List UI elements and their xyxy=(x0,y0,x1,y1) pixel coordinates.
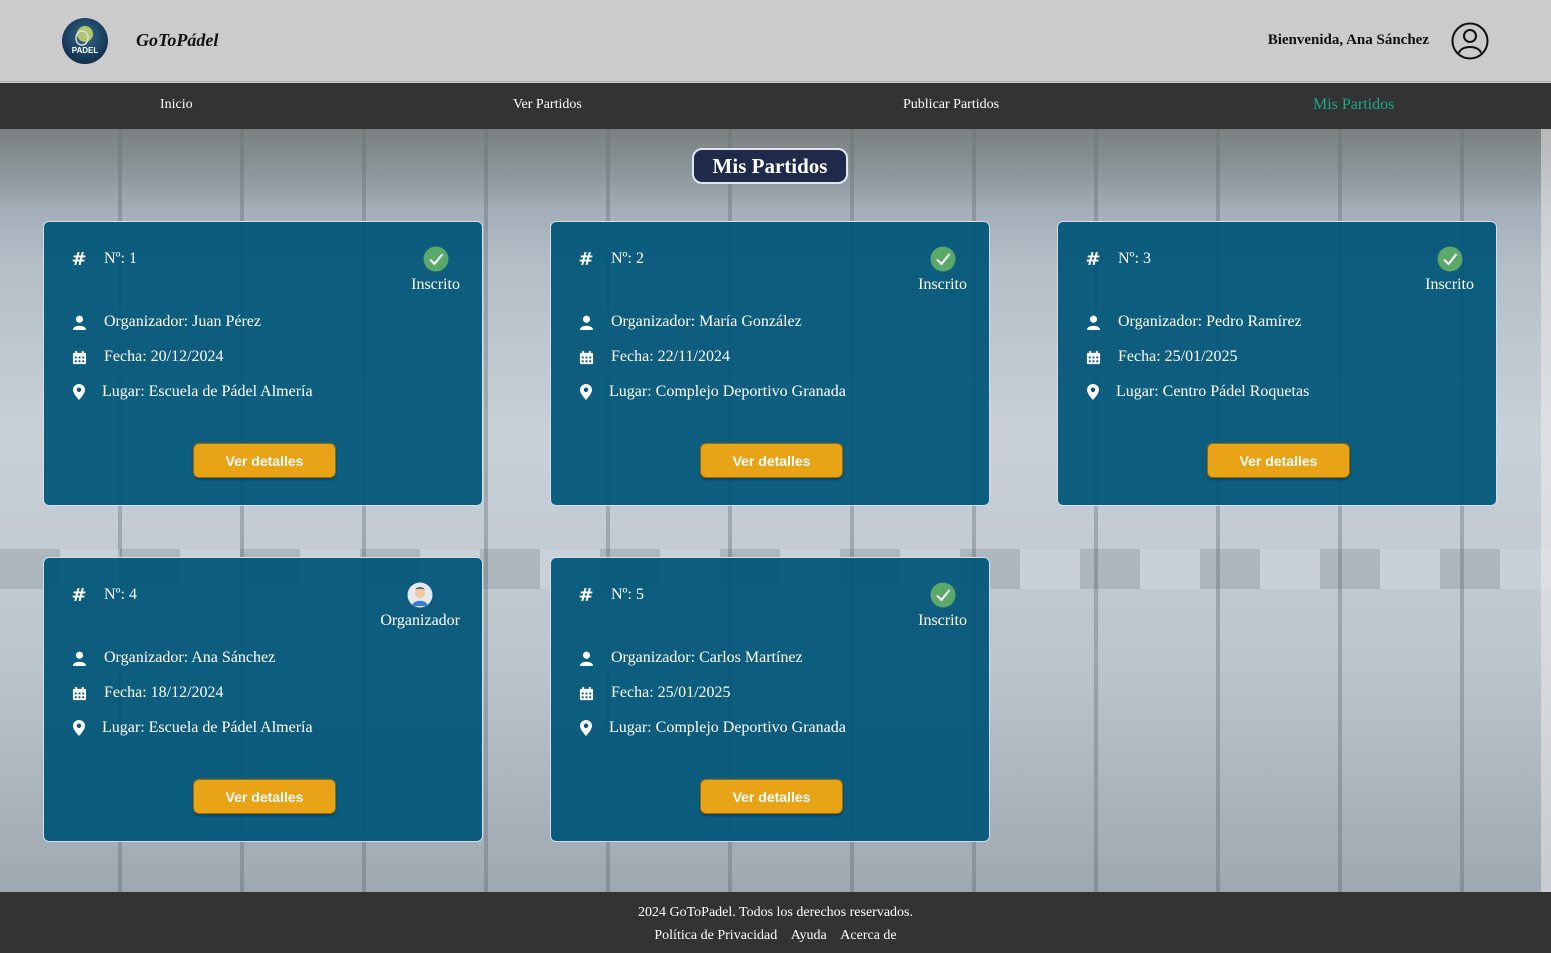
hash-icon: # xyxy=(578,584,594,606)
scrollbar[interactable] xyxy=(1541,129,1551,892)
date-text: Fecha: 22/11/2024 xyxy=(611,348,730,365)
calendar-icon xyxy=(577,348,595,366)
ver-detalles-button[interactable]: Ver detalles xyxy=(700,443,843,478)
status-label: Inscrito xyxy=(411,276,460,293)
ver-detalles-button[interactable]: Ver detalles xyxy=(1207,443,1350,478)
match-number: Nº: 3 xyxy=(1118,250,1151,267)
status-badge: Organizador xyxy=(380,582,460,630)
check-icon xyxy=(930,582,956,608)
status-label: Organizador xyxy=(380,612,460,629)
organizer-avatar-icon xyxy=(407,582,433,608)
status-label: Inscrito xyxy=(918,276,967,293)
location-pin-icon xyxy=(70,383,88,401)
organizer-text: Organizador: Pedro Ramírez xyxy=(1118,313,1302,330)
match-card: # Nº: 3 Inscrito Organizador: Pedro Ramír… xyxy=(1057,221,1497,506)
calendar-icon xyxy=(1084,348,1102,366)
footer: 2024 GoToPadel. Todos los derechos reser… xyxy=(0,892,1551,953)
match-card: # Nº: 4 Organizador Organizador: Ana Sánc… xyxy=(43,557,483,842)
location-pin-icon xyxy=(1084,383,1102,401)
organizer-text: Organizador: Carlos Martínez xyxy=(611,649,803,666)
status-badge: Inscrito xyxy=(918,582,967,630)
copyright-text: 2024 GoToPadel. Todos los derechos reser… xyxy=(637,905,913,920)
match-card: # Nº: 5 Inscrito Organizador: Carlos Mart… xyxy=(550,557,990,842)
organizer-text: Organizador: Juan Pérez xyxy=(104,313,261,330)
place-text: Lugar: Centro Pádel Roquetas xyxy=(1116,383,1310,400)
main-content: Mis Partidos # Nº: 1 Inscrito Organizador… xyxy=(0,129,1551,892)
nav-item-ver-partidos[interactable]: Ver Partidos xyxy=(513,97,582,113)
user-icon xyxy=(1084,313,1102,331)
user-icon xyxy=(70,649,88,667)
location-pin-icon xyxy=(70,719,88,737)
ver-detalles-button[interactable]: Ver detalles xyxy=(193,779,336,814)
welcome-message: Bienvenida, Ana Sánchez xyxy=(1267,32,1429,48)
date-text: Fecha: 25/01/2025 xyxy=(611,684,731,701)
check-icon xyxy=(1437,246,1463,272)
status-badge: Inscrito xyxy=(918,246,967,294)
nav-item-publicar-partidos[interactable]: Publicar Partidos xyxy=(903,97,999,113)
location-pin-icon xyxy=(577,719,595,737)
nav-item-mis-partidos[interactable]: Mis Partidos xyxy=(1313,96,1394,114)
user-profile-icon[interactable] xyxy=(1451,22,1489,60)
status-label: Inscrito xyxy=(1425,276,1474,293)
match-number: Nº: 5 xyxy=(611,586,644,603)
status-label: Inscrito xyxy=(918,612,967,629)
nav-item-inicio[interactable]: Inicio xyxy=(160,97,193,113)
hash-icon: # xyxy=(71,248,87,270)
user-icon xyxy=(577,313,595,331)
hash-icon: # xyxy=(1085,248,1101,270)
place-text: Lugar: Complejo Deportivo Granada xyxy=(609,383,846,400)
status-badge: Inscrito xyxy=(411,246,460,294)
ver-detalles-button[interactable]: Ver detalles xyxy=(700,779,843,814)
date-text: Fecha: 18/12/2024 xyxy=(104,684,224,701)
page-title: Mis Partidos xyxy=(692,148,848,184)
organizer-text: Organizador: María González xyxy=(611,313,802,330)
organizer-text: Organizador: Ana Sánchez xyxy=(104,649,276,666)
match-card: # Nº: 1 Inscrito Organizador: Juan Pérez … xyxy=(43,221,483,506)
calendar-icon xyxy=(577,684,595,702)
place-text: Lugar: Escuela de Pádel Almería xyxy=(102,719,313,736)
place-text: Lugar: Complejo Deportivo Granada xyxy=(609,719,846,736)
user-icon xyxy=(70,313,88,331)
check-icon xyxy=(423,246,449,272)
padel-logo-icon: PADEL xyxy=(72,26,99,55)
status-badge: Inscrito xyxy=(1425,246,1474,294)
ver-detalles-button[interactable]: Ver detalles xyxy=(193,443,336,478)
footer-links: Política de Privacidad Ayuda Acerca de xyxy=(0,928,1551,944)
location-pin-icon xyxy=(577,383,595,401)
header: PADEL GoToPádel Bienvenida, Ana Sánchez xyxy=(0,0,1551,82)
main-nav: Inicio Ver Partidos Publicar Partidos Mi… xyxy=(0,83,1551,129)
footer-link-privacy[interactable]: Política de Privacidad xyxy=(654,928,777,943)
match-number: Nº: 1 xyxy=(104,250,137,267)
date-text: Fecha: 25/01/2025 xyxy=(1118,348,1238,365)
calendar-icon xyxy=(70,684,88,702)
date-text: Fecha: 20/12/2024 xyxy=(104,348,224,365)
footer-link-about[interactable]: Acerca de xyxy=(840,928,896,943)
brand-name[interactable]: GoToPádel xyxy=(136,30,218,51)
place-text: Lugar: Escuela de Pádel Almería xyxy=(102,383,313,400)
calendar-icon xyxy=(70,348,88,366)
match-card: # Nº: 2 Inscrito Organizador: María Gonzá… xyxy=(550,221,990,506)
match-number: Nº: 4 xyxy=(104,586,137,603)
hash-icon: # xyxy=(578,248,594,270)
footer-link-help[interactable]: Ayuda xyxy=(791,928,827,943)
match-number: Nº: 2 xyxy=(611,250,644,267)
app-logo[interactable]: PADEL xyxy=(62,18,108,64)
hash-icon: # xyxy=(71,584,87,606)
check-icon xyxy=(930,246,956,272)
svg-text:PADEL: PADEL xyxy=(72,46,99,55)
user-icon xyxy=(577,649,595,667)
